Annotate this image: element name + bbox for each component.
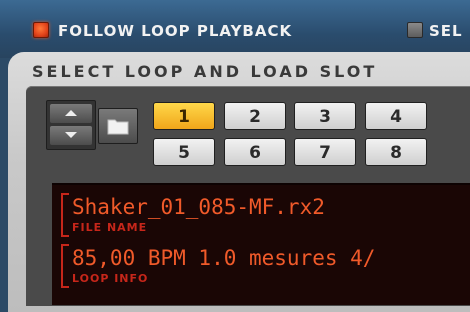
file-name-bracket (61, 193, 69, 237)
sel-checkbox[interactable] (407, 22, 423, 38)
slot-button-3[interactable]: 3 (294, 102, 356, 130)
slot-button-2[interactable]: 2 (224, 102, 286, 130)
file-name-value: Shaker_01_085-MF.rx2 (72, 195, 325, 219)
loop-navigation (46, 100, 96, 150)
previous-loop-button[interactable] (50, 104, 92, 123)
panel-title: SELECT LOOP AND LOAD SLOT (32, 62, 378, 81)
slot-button-6[interactable]: 6 (224, 138, 286, 166)
slot-button-7[interactable]: 7 (294, 138, 356, 166)
slot-button-4[interactable]: 4 (365, 102, 427, 130)
arrow-up-icon (65, 110, 77, 116)
sel-label: SEL (429, 22, 463, 40)
file-name-label: FILE NAME (72, 221, 148, 234)
loop-info-bracket (61, 244, 69, 288)
loop-info-label: LOOP INFO (72, 272, 149, 285)
folder-icon (107, 119, 129, 135)
slot-button-5[interactable]: 5 (153, 138, 215, 166)
follow-loop-playback-checkbox[interactable] (33, 22, 49, 38)
slot-button-1[interactable]: 1 (153, 102, 215, 130)
next-loop-button[interactable] (50, 126, 92, 145)
loop-info-value: 85,00 BPM 1.0 mesures 4/ (72, 246, 376, 270)
follow-loop-playback-label: FOLLOW LOOP PLAYBACK (58, 22, 293, 40)
arrow-down-icon (65, 132, 77, 138)
slot-button-8[interactable]: 8 (365, 138, 427, 166)
browse-folder-button[interactable] (98, 108, 138, 144)
